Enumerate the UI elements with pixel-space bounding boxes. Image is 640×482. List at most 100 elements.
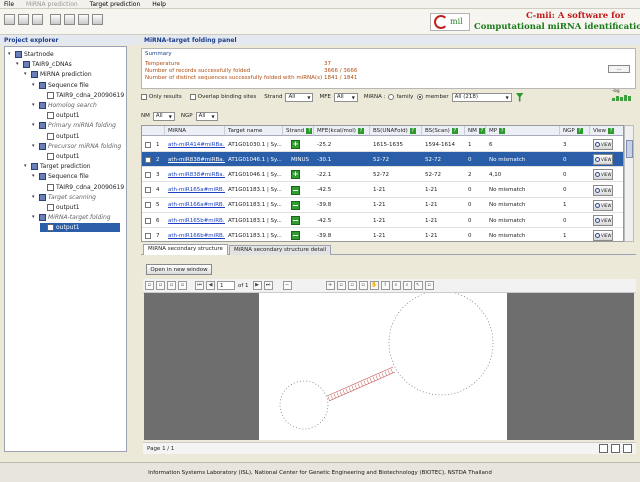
tree-node[interactable]: output1 — [40, 152, 80, 161]
cell-mirna[interactable]: ath-miR165b#miRB... — [165, 213, 225, 228]
table-scrollbar[interactable] — [624, 125, 634, 242]
summary-more-button[interactable]: ... — [608, 65, 630, 73]
row-checkbox[interactable] — [145, 156, 151, 163]
expand-toggle-icon[interactable]: ▾ — [32, 123, 37, 128]
tree-node[interactable]: ▾ Primary miRNA folding — [32, 121, 116, 130]
help-icon[interactable]: ? — [306, 127, 313, 134]
column-header[interactable]: BS(UNAFold)? — [370, 126, 422, 136]
table-row[interactable]: 5 ath-miR166a#miRB... AT1G01183.1 | Sy... -… — [142, 198, 623, 213]
tree-node[interactable]: ▾ MiRNA prediction — [24, 70, 92, 79]
member-select[interactable]: All (218) ▼ — [451, 92, 512, 102]
cell-mirna[interactable]: ath-miR414#miRBa... — [165, 137, 225, 152]
expand-toggle-icon[interactable]: ▾ — [32, 174, 37, 179]
tree-node[interactable]: output1 — [40, 132, 80, 141]
tree-node[interactable]: ▾ Sequence file — [32, 172, 89, 181]
view-button[interactable]: VIEW — [593, 230, 613, 241]
table-row[interactable]: 2 ath-miR838#miRBa... AT1G01046.1 | Sy... M… — [142, 152, 623, 168]
document-icon[interactable] — [50, 14, 61, 25]
row-checkbox[interactable] — [145, 217, 151, 224]
expand-toggle-icon[interactable] — [40, 134, 45, 139]
scrollbar-thumb[interactable] — [626, 140, 633, 158]
expand-toggle-icon[interactable] — [40, 225, 45, 230]
expand-toggle-icon[interactable]: ▾ — [32, 215, 37, 220]
cell-mirna[interactable]: ath-miR166a#miRB... — [165, 198, 225, 213]
tree-node[interactable]: ▾ TAIR9_cDNAs — [16, 60, 72, 69]
tree-node[interactable]: TAIR9_cdna_20090619 — [40, 91, 124, 100]
row-checkbox[interactable] — [145, 202, 151, 209]
expand-toggle-icon[interactable] — [40, 113, 45, 118]
cell-mirna[interactable]: ath-miR838#miRBa... — [165, 152, 225, 167]
text-select-icon[interactable]: I — [380, 281, 390, 290]
help-icon[interactable]: ? — [499, 127, 506, 134]
view-button[interactable]: VIEW — [593, 184, 613, 196]
cell-mirna[interactable]: ath-miR165a#miRB... — [165, 183, 225, 198]
magnify-icon[interactable]: ⌕ — [402, 281, 412, 290]
expand-toggle-icon[interactable] — [40, 93, 45, 98]
member-radio[interactable] — [417, 94, 424, 100]
column-header[interactable]: MP? — [486, 126, 560, 136]
row-checkbox[interactable] — [145, 232, 151, 239]
view-button[interactable]: VIEW — [593, 139, 613, 150]
column-header[interactable]: Strand? — [283, 126, 314, 136]
zoom-out-icon[interactable]: − — [282, 281, 292, 290]
overlap-checkbox[interactable] — [189, 94, 196, 100]
expand-toggle-icon[interactable]: ▾ — [24, 164, 29, 169]
open-new-window-button[interactable]: Open in new window — [146, 264, 212, 275]
help-icon[interactable]: ? — [576, 127, 583, 134]
expand-toggle-icon[interactable]: ▾ — [32, 82, 37, 88]
row-checkbox[interactable] — [145, 141, 151, 148]
filter-icon[interactable] — [515, 92, 524, 102]
tree-node[interactable]: ▾ Startnode — [8, 50, 54, 59]
expand-toggle-icon[interactable] — [40, 154, 45, 159]
tree-node[interactable]: TAIR9_cdna_20090619 — [40, 183, 124, 192]
view-button[interactable]: VIEW — [593, 154, 613, 166]
print-icon[interactable]: ▫ — [156, 281, 165, 290]
document-icon[interactable] — [64, 14, 75, 25]
save-icon[interactable]: ▫ — [145, 281, 154, 290]
help-icon[interactable]: ? — [478, 127, 485, 134]
tree-node[interactable]: output1 — [40, 223, 120, 233]
tree-node[interactable]: ▾ Sequence file — [32, 81, 89, 90]
table-row[interactable]: 7 ath-miR166b#miRB... AT1G01183.1 | Sy... -… — [142, 228, 623, 241]
hand-tool-icon[interactable]: ✋ — [369, 281, 379, 290]
pointer-icon[interactable]: ↖ — [413, 281, 423, 290]
tree-node[interactable]: output1 — [40, 203, 80, 212]
facing-page-icon[interactable] — [623, 444, 632, 453]
document-icon[interactable]: ▫ — [424, 281, 434, 290]
expand-toggle-icon[interactable]: ▾ — [32, 194, 37, 200]
expand-toggle-icon[interactable]: ▾ — [32, 103, 37, 108]
help-icon[interactable]: ? — [357, 127, 364, 134]
page-input[interactable]: 1 — [217, 281, 235, 290]
expand-toggle-icon[interactable] — [40, 205, 45, 210]
fit-page-icon[interactable]: ▫ — [336, 281, 346, 290]
tree-node[interactable]: ▾ MiRNA-target folding — [32, 213, 111, 222]
document-icon[interactable] — [78, 14, 89, 25]
column-header[interactable] — [142, 126, 165, 136]
table-row[interactable]: 4 ath-miR165a#miRB... AT1G01183.1 | Sy... -… — [142, 183, 623, 198]
column-header[interactable]: Target name — [225, 126, 283, 136]
expand-toggle-icon[interactable]: ▾ — [32, 143, 37, 149]
tab-secondary-structure[interactable]: MiRNA secondary structure — [143, 244, 228, 255]
family-radio[interactable] — [388, 94, 395, 100]
ngp-select[interactable]: All ▼ — [195, 111, 218, 121]
table-row[interactable]: 3 ath-miR838#miRBa... AT1G01046.1 | Sy... +… — [142, 167, 623, 183]
column-header[interactable]: NGP? — [560, 126, 590, 136]
row-checkbox[interactable] — [145, 187, 151, 194]
document-icon[interactable]: ▫ — [167, 281, 176, 290]
strand-select[interactable]: All ▼ — [285, 92, 314, 102]
menu-file[interactable]: File — [4, 1, 14, 8]
zoom-icon[interactable]: ▫ — [178, 281, 187, 290]
table-row[interactable]: 1 ath-miR414#miRBa... AT1G01030.1 | Sy... +… — [142, 137, 623, 152]
help-icon[interactable]: ? — [409, 127, 416, 134]
view-button[interactable]: VIEW — [593, 199, 613, 211]
tree-node[interactable]: ▾ Homolog search — [32, 101, 97, 110]
column-header[interactable]: BS(Scan)? — [422, 126, 465, 136]
new-project-icon[interactable] — [4, 14, 15, 25]
magnify-icon[interactable]: ⌕ — [391, 281, 401, 290]
column-header[interactable]: View? — [590, 126, 623, 136]
tree-node[interactable]: ▾ Target scanning — [32, 193, 96, 202]
help-icon[interactable]: ? — [451, 127, 458, 134]
nm-select[interactable]: All ▼ — [152, 111, 175, 121]
tab-secondary-structure-detail[interactable]: MiRNA secondary structure detail — [229, 245, 332, 255]
document-icon[interactable] — [92, 14, 103, 25]
